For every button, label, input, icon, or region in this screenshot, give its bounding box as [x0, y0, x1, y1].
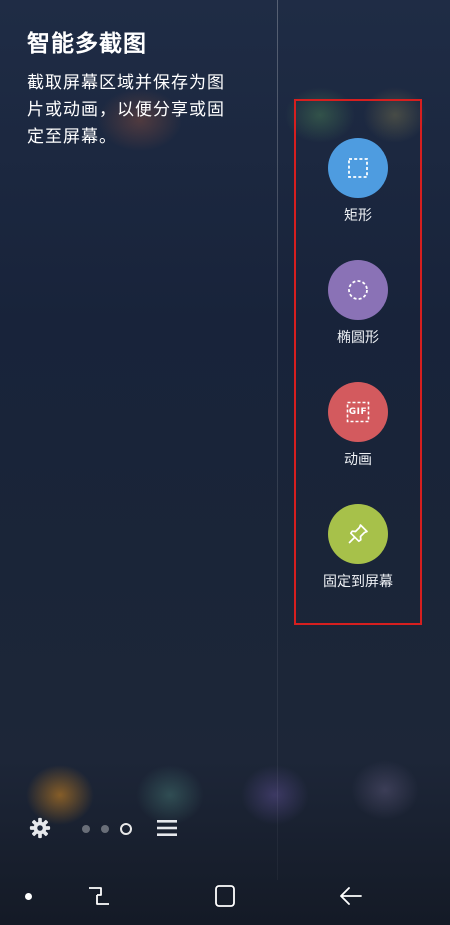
edge-panel-divider [277, 0, 278, 880]
dot-icon[interactable] [25, 893, 32, 900]
pin-option-label: 固定到屏幕 [323, 574, 393, 590]
oval-option-label: 椭圆形 [337, 330, 379, 346]
pin-option[interactable]: 固定到屏幕 [296, 504, 420, 591]
oval-option[interactable]: 椭圆形 [296, 260, 420, 347]
animation-option-label: 动画 [344, 452, 372, 468]
rectangle-select-icon [328, 138, 388, 198]
menu-icon[interactable] [156, 818, 178, 838]
back-icon[interactable] [338, 883, 364, 909]
gif-icon-text: GIF [348, 407, 368, 417]
animation-option[interactable]: GIF 动画 [296, 382, 420, 469]
page-dot [82, 825, 90, 833]
pin-icon [328, 504, 388, 564]
recents-icon[interactable] [86, 884, 112, 908]
rectangle-option[interactable]: 矩形 [296, 138, 420, 225]
page-dot-active [120, 823, 132, 835]
page-title: 智能多截图 [27, 31, 147, 57]
home-icon[interactable] [212, 883, 238, 909]
page-dot [101, 825, 109, 833]
gear-icon[interactable] [29, 817, 51, 839]
navigation-bar [0, 870, 450, 925]
edge-panel-bottom-bar [0, 810, 450, 846]
page-description: 截取屏幕区域并保存为图片或动画，以便分享或固定至屏幕。 [27, 73, 225, 147]
rectangle-option-label: 矩形 [344, 208, 372, 224]
oval-select-icon [328, 260, 388, 320]
gif-icon: GIF [328, 382, 388, 442]
options-highlight-box: 矩形 椭圆形 GIF 动画 固定到屏幕 [294, 99, 422, 625]
page-indicator[interactable] [82, 823, 132, 835]
